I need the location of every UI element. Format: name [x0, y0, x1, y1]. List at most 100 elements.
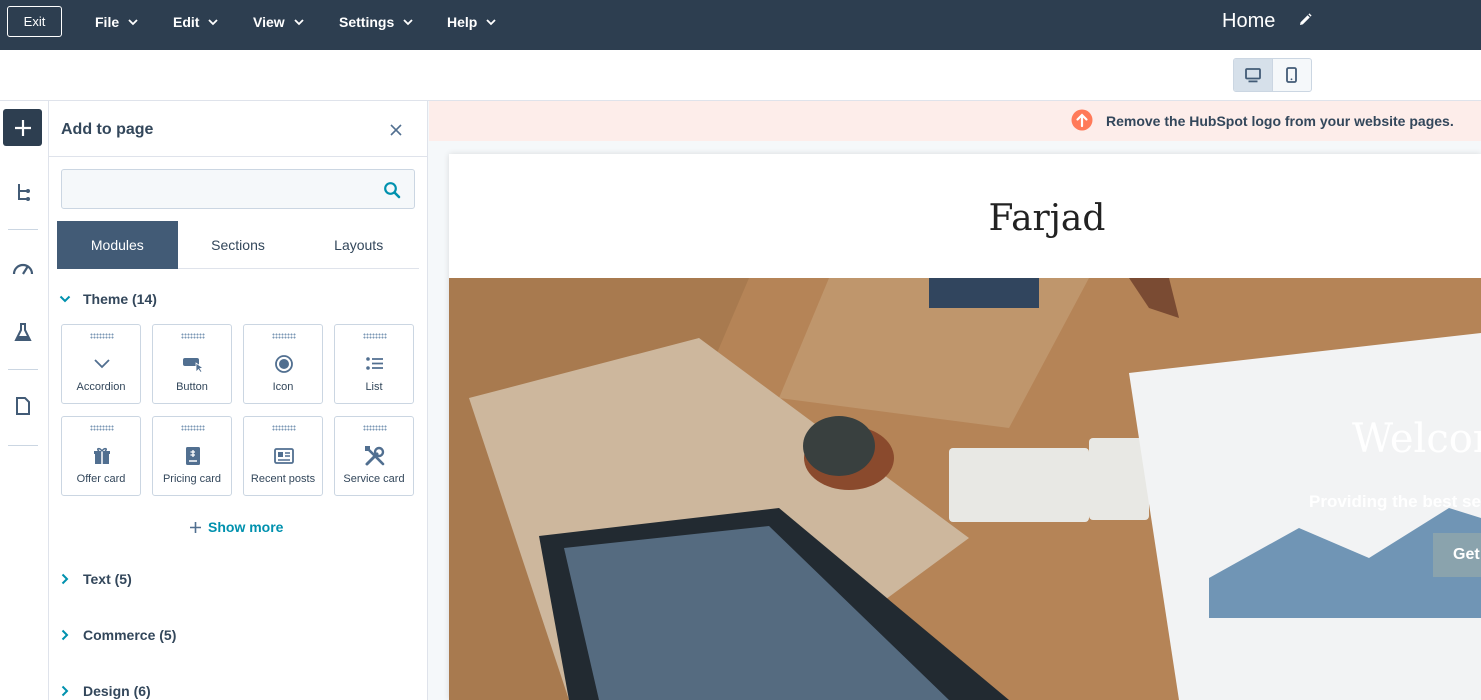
- mobile-icon: [1286, 67, 1298, 83]
- tab-sections[interactable]: Sections: [178, 221, 299, 269]
- gift-icon: [91, 445, 113, 467]
- group-commerce[interactable]: Commerce (5): [59, 627, 176, 643]
- search-input[interactable]: [62, 170, 372, 208]
- chevron-down-icon: [208, 19, 219, 26]
- plus-icon: [190, 521, 201, 533]
- drag-handle-icon: [272, 333, 296, 339]
- drag-handle-icon: [181, 425, 205, 431]
- drag-handle-icon: [90, 425, 114, 431]
- module-label: Recent posts: [250, 473, 316, 485]
- group-commerce-label: Commerce (5): [83, 627, 177, 643]
- layers-button[interactable]: [12, 181, 34, 203]
- upgrade-banner: Remove the HubSpot logo from your websit…: [429, 101, 1481, 141]
- drag-handle-icon: [363, 425, 387, 431]
- button-cursor-icon: [182, 353, 204, 375]
- module-label: Icon: [272, 381, 294, 393]
- drag-handle-icon: [90, 333, 114, 339]
- tools-icon: [364, 445, 386, 467]
- pricing-icon: [182, 445, 204, 467]
- show-more-button[interactable]: Show more: [189, 519, 283, 535]
- gauge-icon: [12, 263, 34, 275]
- module-card-button[interactable]: Button: [152, 324, 232, 404]
- preview-toolbar: [0, 50, 1481, 101]
- module-label: Pricing card: [162, 473, 222, 485]
- posts-icon: [273, 445, 295, 467]
- hero-heading[interactable]: Welcome: [1352, 416, 1481, 462]
- module-card-recent-posts[interactable]: Recent posts: [243, 416, 323, 496]
- module-label: Service card: [343, 473, 405, 485]
- group-design[interactable]: Design (6): [59, 683, 151, 699]
- module-label: List: [365, 381, 383, 393]
- hero-cta-button[interactable]: Get: [1433, 533, 1481, 577]
- menu-settings-label: Settings: [339, 14, 395, 30]
- tab-layouts[interactable]: Layouts: [298, 221, 419, 269]
- module-card-pricing-card[interactable]: Pricing card: [152, 416, 232, 496]
- page-settings-button[interactable]: [12, 395, 34, 417]
- optimize-button[interactable]: [12, 257, 34, 279]
- chevron-down-icon: [486, 19, 496, 26]
- circle-icon: [273, 353, 295, 375]
- module-label: Accordion: [76, 381, 126, 393]
- chevron-right-icon: [61, 573, 69, 585]
- menu-file-label: File: [95, 14, 120, 30]
- show-more-label: Show more: [208, 519, 284, 535]
- exit-button[interactable]: Exit: [7, 6, 62, 37]
- chevron-down-icon: [59, 295, 71, 303]
- chevron-down-icon: [294, 19, 304, 26]
- module-card-service-card[interactable]: Service card: [334, 416, 414, 496]
- search-icon[interactable]: [383, 181, 401, 199]
- group-theme[interactable]: Theme (14): [59, 291, 157, 307]
- chevron-right-icon: [61, 629, 69, 641]
- module-label: Button: [176, 381, 208, 393]
- panel-title: Add to page: [61, 121, 154, 138]
- chevron-down-icon: [403, 19, 413, 26]
- rail-divider: [8, 445, 38, 446]
- add-to-page-panel: Add to page Modules Sections Layouts The…: [49, 101, 428, 700]
- chevron-right-icon: [61, 685, 69, 697]
- menu-help-label: Help: [447, 14, 478, 30]
- close-icon[interactable]: [388, 122, 404, 138]
- site-frame: Farjad Welcome Providing the best serv: [449, 154, 1481, 700]
- tree-icon: [18, 184, 30, 201]
- list-icon: [364, 353, 386, 375]
- module-card-list[interactable]: List: [334, 324, 414, 404]
- module-label: Offer card: [76, 473, 126, 485]
- hero-subtext[interactable]: Providing the best serv: [1309, 492, 1481, 512]
- site-logo[interactable]: Farjad: [449, 198, 1481, 239]
- menu-file[interactable]: File: [95, 0, 139, 44]
- document-icon: [16, 397, 30, 415]
- menu-settings[interactable]: Settings: [339, 0, 414, 44]
- menu-edit[interactable]: Edit: [173, 0, 219, 44]
- group-text[interactable]: Text (5): [59, 571, 132, 587]
- hero-background-image: [449, 278, 1481, 700]
- add-button[interactable]: [3, 109, 42, 146]
- desktop-view-button[interactable]: [1234, 59, 1273, 91]
- top-bar: Exit File Edit View Settings Help Home: [0, 0, 1481, 50]
- module-card-accordion[interactable]: Accordion: [61, 324, 141, 404]
- module-search: [61, 169, 415, 209]
- desktop-icon: [1244, 67, 1261, 82]
- rail-divider: [8, 369, 38, 370]
- module-card-offer-card[interactable]: Offer card: [61, 416, 141, 496]
- plus-icon: [14, 119, 31, 136]
- module-card-icon[interactable]: Icon: [243, 324, 323, 404]
- chevron-down-icon: [91, 353, 113, 375]
- drag-handle-icon: [363, 333, 387, 339]
- chevron-down-icon: [128, 19, 138, 26]
- menu-help[interactable]: Help: [447, 0, 497, 44]
- test-button[interactable]: [12, 321, 34, 343]
- device-toggle: [1233, 58, 1312, 92]
- tab-modules[interactable]: Modules: [57, 221, 178, 269]
- pencil-icon[interactable]: [1298, 13, 1312, 27]
- hero-section[interactable]: Welcome Providing the best serv Get: [449, 278, 1481, 700]
- panel-tabs: Modules Sections Layouts: [57, 221, 419, 269]
- menu-view-label: View: [253, 14, 285, 30]
- mobile-view-button[interactable]: [1273, 59, 1312, 91]
- menu-view[interactable]: View: [253, 0, 305, 44]
- flask-icon: [14, 323, 32, 341]
- menu-edit-label: Edit: [173, 14, 200, 30]
- module-grid: Accordion Button Icon List Offer card Pr…: [61, 324, 417, 496]
- rail-divider: [8, 229, 38, 230]
- page-title[interactable]: Home: [1222, 10, 1275, 33]
- banner-text[interactable]: Remove the HubSpot logo from your websit…: [1106, 113, 1454, 129]
